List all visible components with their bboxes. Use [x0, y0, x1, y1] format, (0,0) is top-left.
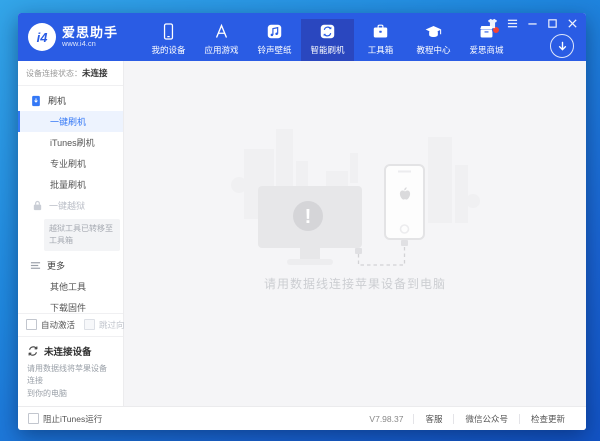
logo-icon: i4 [28, 23, 56, 51]
maximize-icon[interactable] [547, 18, 558, 29]
device-status: 设备连接状态：未连接 [18, 61, 123, 86]
checkbox-icon [84, 319, 95, 330]
connection-panel: 未连接设备 请用数据线将苹果设备连接 到你的电脑 [18, 336, 123, 406]
minimize-icon[interactable] [527, 18, 538, 29]
wechat-official-account-link[interactable]: 微信公众号 [454, 413, 519, 425]
ringtone-wallpaper-icon [265, 22, 284, 41]
sidebar-item-download-firmware[interactable]: 下载固件 [18, 297, 123, 313]
lock-icon [32, 200, 43, 211]
tutorial-icon [424, 22, 443, 41]
checkbox-icon[interactable] [28, 413, 39, 424]
skin-icon[interactable] [487, 18, 498, 29]
sidebar-menu: 刷机 一键刷机 iTunes刷机 专业刷机 批量刷机 一键越狱 越狱工具已转移至… [18, 86, 123, 313]
flash-phone-icon [30, 95, 42, 107]
tab-smart-flash[interactable]: 智能刷机 [301, 19, 354, 61]
sync-icon [27, 345, 39, 357]
customer-service-link[interactable]: 客服 [414, 413, 453, 425]
block-itunes-checkbox[interactable]: 阻止iTunes运行 [28, 413, 102, 425]
main-content: ! 请用数据线连接苹果设备到电脑 [124, 61, 586, 406]
app-logo: i4 爱思助手 www.i4.cn [18, 13, 142, 61]
status-label: 设备连接状态： [26, 68, 82, 79]
sidebar-item-batch-flash[interactable]: 批量刷机 [18, 174, 123, 195]
tab-label: 智能刷机 [310, 44, 344, 56]
footer-bar: 阻止iTunes运行 V7.98.37 客服 微信公众号 检查更新 [18, 406, 586, 430]
empty-state-text: 请用数据线连接苹果设备到电脑 [264, 275, 446, 292]
jailbreak-label: 一键越狱 [49, 199, 85, 212]
tab-label: 爱思商城 [469, 44, 503, 56]
sidebar-item-jailbreak: 一键越狱 [18, 195, 123, 216]
sidebar-item-itunes-flash[interactable]: iTunes刷机 [18, 132, 123, 153]
sidebar-item-other-tools[interactable]: 其他工具 [18, 276, 123, 297]
tab-label: 工具箱 [368, 44, 394, 56]
main-nav: 我的设备 应用游戏 铃声壁纸 [142, 19, 513, 61]
group-label: 更多 [47, 259, 65, 272]
tab-apps-games[interactable]: 应用游戏 [195, 19, 248, 61]
app-url: www.i4.cn [62, 40, 118, 48]
tab-label: 我的设备 [151, 44, 185, 56]
check-update-link[interactable]: 检查更新 [520, 413, 576, 425]
tab-tutorials[interactable]: 教程中心 [407, 19, 460, 61]
jailbreak-moved-note: 越狱工具已转移至工具箱 [44, 219, 120, 251]
tab-my-device[interactable]: 我的设备 [142, 19, 195, 61]
connection-title: 未连接设备 [44, 344, 92, 358]
sidebar: 设备连接状态：未连接 刷机 一键刷机 iTunes刷机 专业刷机 批量刷机 [18, 61, 124, 406]
checkbox-label: 阻止iTunes运行 [43, 413, 102, 425]
header: i4 爱思助手 www.i4.cn 我的设备 应用游戏 [18, 13, 586, 61]
close-icon[interactable] [567, 18, 578, 29]
app-window: i4 爱思助手 www.i4.cn 我的设备 应用游戏 [18, 13, 586, 430]
tab-label: 应用游戏 [204, 44, 238, 56]
tab-label: 教程中心 [416, 44, 450, 56]
sidebar-item-one-click-flash[interactable]: 一键刷机 [18, 111, 123, 132]
auto-activate-checkbox[interactable]: 自动激活 [26, 319, 75, 331]
version-label: V7.98.37 [359, 414, 413, 424]
svg-text:!: ! [305, 206, 312, 228]
checkbox-label: 自动激活 [41, 319, 75, 331]
more-list-icon [30, 260, 41, 271]
tab-toolbox[interactable]: 工具箱 [354, 19, 407, 61]
flash-options: 自动激活 跳过向导 [18, 313, 123, 336]
download-arrow-icon[interactable] [550, 34, 574, 58]
smart-flash-icon [318, 22, 337, 41]
sidebar-group-more[interactable]: 更多 [18, 255, 123, 276]
sidebar-item-pro-flash[interactable]: 专业刷机 [18, 153, 123, 174]
app-title: 爱思助手 [62, 26, 118, 40]
window-controls [487, 18, 578, 29]
menu-icon[interactable] [507, 18, 518, 29]
tab-label: 铃声壁纸 [257, 44, 291, 56]
connection-description: 请用数据线将苹果设备连接 到你的电脑 [27, 363, 114, 400]
checkbox-icon[interactable] [26, 319, 37, 330]
appstore-icon [212, 22, 231, 41]
tab-ringtones-wallpapers[interactable]: 铃声壁纸 [248, 19, 301, 61]
status-value: 未连接 [82, 67, 108, 79]
no-device-illustration: ! [230, 113, 480, 273]
phone-icon [159, 22, 178, 41]
toolbox-icon [371, 22, 390, 41]
group-label: 刷机 [48, 94, 66, 107]
sidebar-group-flash[interactable]: 刷机 [18, 90, 123, 111]
